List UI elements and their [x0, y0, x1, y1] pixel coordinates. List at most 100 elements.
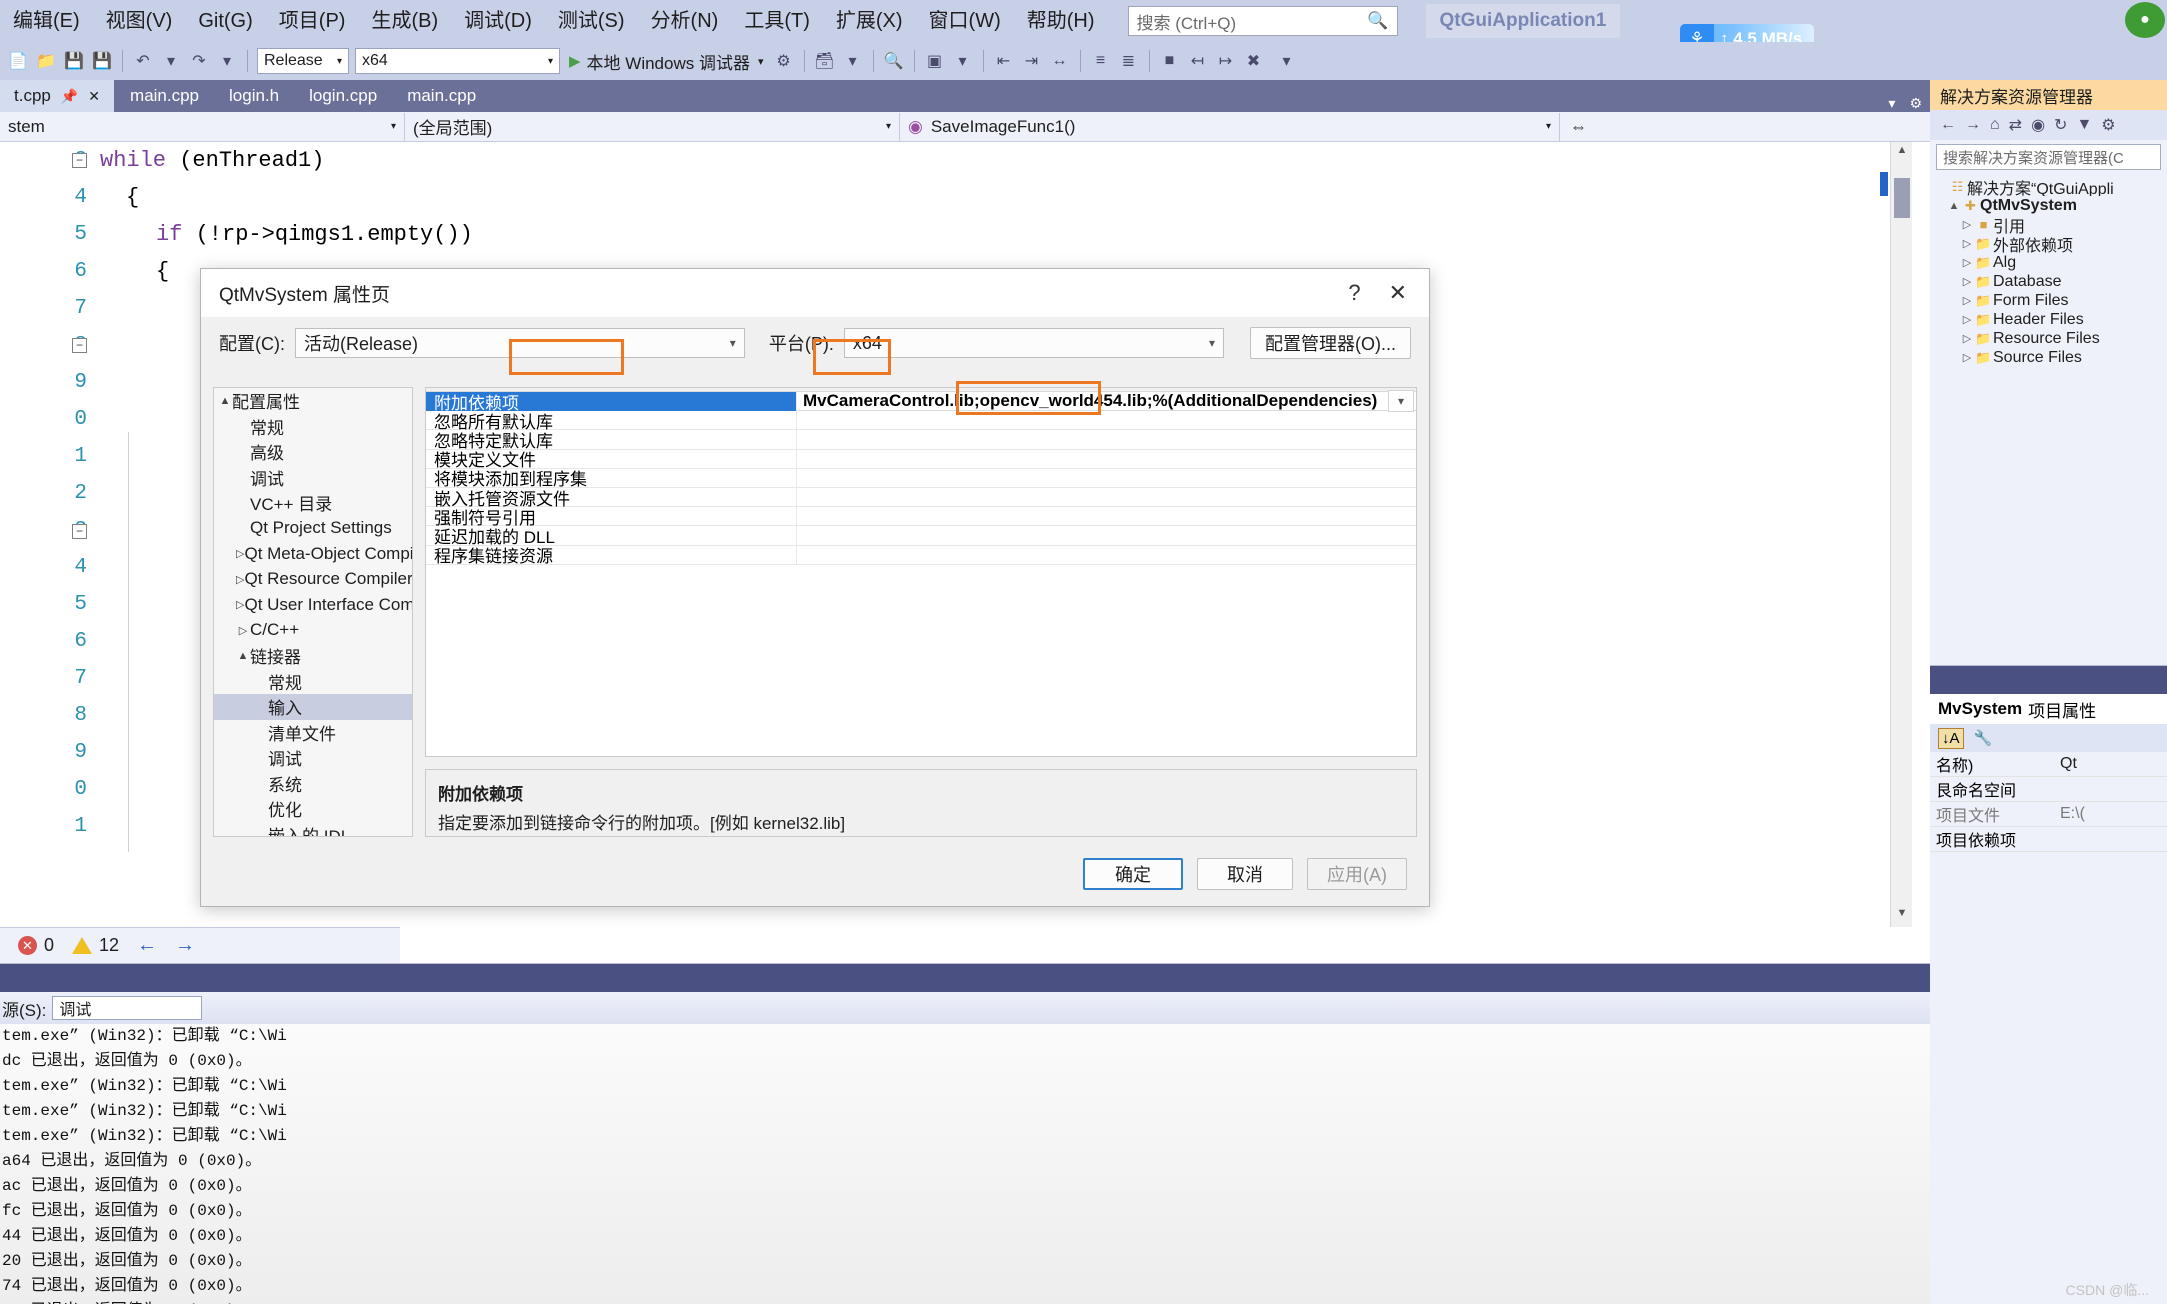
pin-icon[interactable]: 📌 — [61, 88, 78, 105]
chevron-expanded-icon[interactable]: ▲ — [218, 395, 232, 407]
refresh-icon[interactable]: ↻ — [2054, 115, 2067, 135]
menu-item-9[interactable]: 扩展(X) — [823, 0, 916, 42]
dialog-tree-item-5[interactable]: Qt Project Settings — [214, 516, 412, 542]
menu-item-0[interactable]: 编辑(E) — [0, 0, 93, 42]
scroll-up-icon[interactable]: ▲ — [1891, 144, 1913, 162]
stop-icon[interactable]: ■ — [1157, 48, 1183, 74]
linker-input-value-8[interactable] — [796, 545, 1416, 565]
linker-input-row-6[interactable]: 强制符号引用 — [426, 507, 1416, 528]
redo-dropdown-icon[interactable]: ▾ — [214, 48, 240, 74]
dialog-settings-tree[interactable]: ▲ 配置属性 常规 高级 调试 VC++ 目录 Qt Project Settings ▷ Qt… — [213, 387, 413, 837]
back-arrow-icon[interactable]: ← — [1940, 116, 1956, 134]
dialog-tree-item-4[interactable]: VC++ 目录 — [214, 490, 412, 516]
property-row-2[interactable]: 项目文件 E:\( — [1930, 802, 2167, 827]
value-dropdown-icon[interactable]: ▾ — [1388, 390, 1414, 412]
configuration-combo[interactable]: 活动(Release) ▾ — [295, 328, 745, 358]
sort-alpha-icon[interactable]: ↓A — [1938, 727, 1964, 749]
solution-explorer-search-input[interactable]: 搜索解决方案资源管理器(C — [1936, 144, 2161, 170]
menu-item-8[interactable]: 工具(T) — [731, 0, 823, 42]
save-icon[interactable]: 💾 — [61, 48, 87, 74]
chevron-expanded-icon[interactable]: ▲ — [1947, 200, 1961, 212]
error-count-badge[interactable]: ✕ 0 — [18, 935, 54, 956]
split-view-icon[interactable]: ⇔ — [1560, 112, 1597, 141]
open-file-icon[interactable]: 📁 — [33, 48, 59, 74]
center-icon[interactable]: ↔ — [1047, 48, 1073, 74]
linker-input-row-1[interactable]: 忽略所有默认库 — [426, 411, 1416, 432]
property-row-3[interactable]: 项目依赖项 — [1930, 827, 2167, 852]
undo-dropdown-icon[interactable]: ▾ — [158, 48, 184, 74]
editor-tab-2[interactable]: login.h — [215, 80, 294, 112]
property-row-1[interactable]: 艮命名空间 — [1930, 777, 2167, 802]
property-pages-icon[interactable]: 🔧 — [1974, 729, 1993, 747]
help-question-icon[interactable]: ? — [1348, 280, 1360, 306]
home-icon[interactable]: ⌂ — [1990, 116, 2000, 134]
solution-tree-item-6[interactable]: ▷ 📁 Form Files — [1930, 291, 2167, 310]
linker-input-row-4[interactable]: 将模块添加到程序集 — [426, 468, 1416, 489]
show-all-files-icon[interactable]: ◉ — [2031, 115, 2045, 135]
new-project-icon[interactable]: 📄 — [5, 48, 31, 74]
dialog-tree-item-1[interactable]: 常规 — [214, 414, 412, 440]
dialog-tree-item-9[interactable]: ▷ C/C++ — [214, 618, 412, 644]
indent-icon[interactable]: ≡ — [1088, 48, 1114, 74]
solution-tree-item-9[interactable]: ▷ 📁 Source Files — [1930, 348, 2167, 367]
solution-tree-item-5[interactable]: ▷ 📁 Database — [1930, 272, 2167, 291]
undo-icon[interactable]: ↶ — [130, 48, 156, 74]
chevron-collapsed-icon[interactable]: ▷ — [236, 624, 250, 637]
linker-input-row-0[interactable]: 附加依赖项 MvCameraControl.lib;opencv_world454… — [426, 392, 1416, 413]
configuration-manager-button[interactable]: 配置管理器(O)... — [1250, 327, 1411, 359]
redo-icon[interactable]: ↷ — [186, 48, 212, 74]
dialog-tree-item-2[interactable]: 高级 — [214, 439, 412, 465]
chevron-collapsed-icon[interactable]: ▷ — [1960, 218, 1974, 231]
property-pages-dialog[interactable]: QtMvSystem 属性页 ? ✕ 配置(C): 活动(Release) ▾ … — [200, 268, 1430, 907]
dialog-tree-item-14[interactable]: 调试 — [214, 745, 412, 771]
apply-button[interactable]: 应用(A) — [1307, 858, 1407, 890]
linker-input-value-7[interactable] — [796, 526, 1416, 546]
solution-platform-combo[interactable]: x64 ▾ — [355, 48, 560, 74]
chevron-collapsed-icon[interactable]: ▷ — [1960, 351, 1974, 364]
menu-item-6[interactable]: 测试(S) — [545, 0, 638, 42]
menu-item-5[interactable]: 调试(D) — [451, 0, 545, 42]
dialog-tree-item-12[interactable]: 输入 — [214, 694, 412, 720]
dialog-tree-item-8[interactable]: ▷Qt User Interface Compiler — [214, 592, 412, 618]
platform-combo[interactable]: x64 ▾ — [843, 328, 1224, 358]
dialog-tree-item-13[interactable]: 清单文件 — [214, 720, 412, 746]
toolbar-overflow-icon[interactable]: ▾ — [1274, 48, 1300, 74]
dropdown-icon-2[interactable]: ▾ — [950, 48, 976, 74]
chevron-collapsed-icon[interactable]: ▷ — [1960, 294, 1974, 307]
chevron-collapsed-icon[interactable]: ▷ — [1960, 275, 1974, 288]
dropdown-icon[interactable]: ▾ — [840, 48, 866, 74]
linker-input-value-0[interactable]: MvCameraControl.lib;opencv_world454.lib;… — [796, 392, 1416, 412]
step-back-icon[interactable]: ↤ — [1185, 48, 1211, 74]
dialog-tree-item-15[interactable]: 系统 — [214, 771, 412, 797]
editor-tab-3[interactable]: login.cpp — [295, 80, 392, 112]
menu-item-10[interactable]: 窗口(W) — [916, 0, 1014, 42]
live-share-icon[interactable]: 🗃 — [812, 48, 838, 74]
linker-input-value-1[interactable] — [796, 411, 1416, 431]
editor-tab-4[interactable]: main.cpp — [393, 80, 491, 112]
menu-item-11[interactable]: 帮助(H) — [1014, 0, 1108, 42]
dialog-tree-item-11[interactable]: 常规 — [214, 669, 412, 695]
chevron-collapsed-icon[interactable]: ▷ — [236, 547, 244, 560]
project-scope-combo[interactable]: stem ▾ — [0, 112, 405, 141]
collapse-all-icon[interactable]: ▼ — [2076, 116, 2092, 134]
scrollbar-thumb[interactable] — [1894, 178, 1910, 218]
dialog-tree-item-0[interactable]: ▲ 配置属性 — [214, 388, 412, 414]
solution-tree-item-7[interactable]: ▷ 📁 Header Files — [1930, 310, 2167, 329]
step-into-icon[interactable]: ↦ — [1213, 48, 1239, 74]
dialog-tree-item-17[interactable]: 嵌入的 IDL — [214, 822, 412, 836]
chevron-collapsed-icon[interactable]: ▷ — [1960, 313, 1974, 326]
fold-toggle-3[interactable]: − — [72, 524, 87, 539]
solution-configuration-combo[interactable]: Release ▾ — [257, 48, 349, 74]
tab-list-dropdown-icon[interactable]: ▾ — [1888, 95, 1895, 112]
solution-tree-item-8[interactable]: ▷ 📁 Resource Files — [1930, 329, 2167, 348]
dialog-tree-item-16[interactable]: 优化 — [214, 796, 412, 822]
chevron-collapsed-icon[interactable]: ▷ — [236, 573, 244, 586]
save-all-icon[interactable]: 💾 — [89, 48, 115, 74]
attach-icon[interactable]: ⚙ — [771, 48, 797, 74]
close-icon[interactable]: ✕ — [1389, 280, 1407, 306]
output-source-combo[interactable]: 调试 — [52, 996, 203, 1020]
fold-column[interactable]: − − − — [72, 142, 96, 927]
chevron-collapsed-icon[interactable]: ▷ — [1960, 332, 1974, 345]
editor-tab-1[interactable]: main.cpp — [116, 80, 214, 112]
property-row-0[interactable]: 名称) Qt — [1930, 752, 2167, 777]
